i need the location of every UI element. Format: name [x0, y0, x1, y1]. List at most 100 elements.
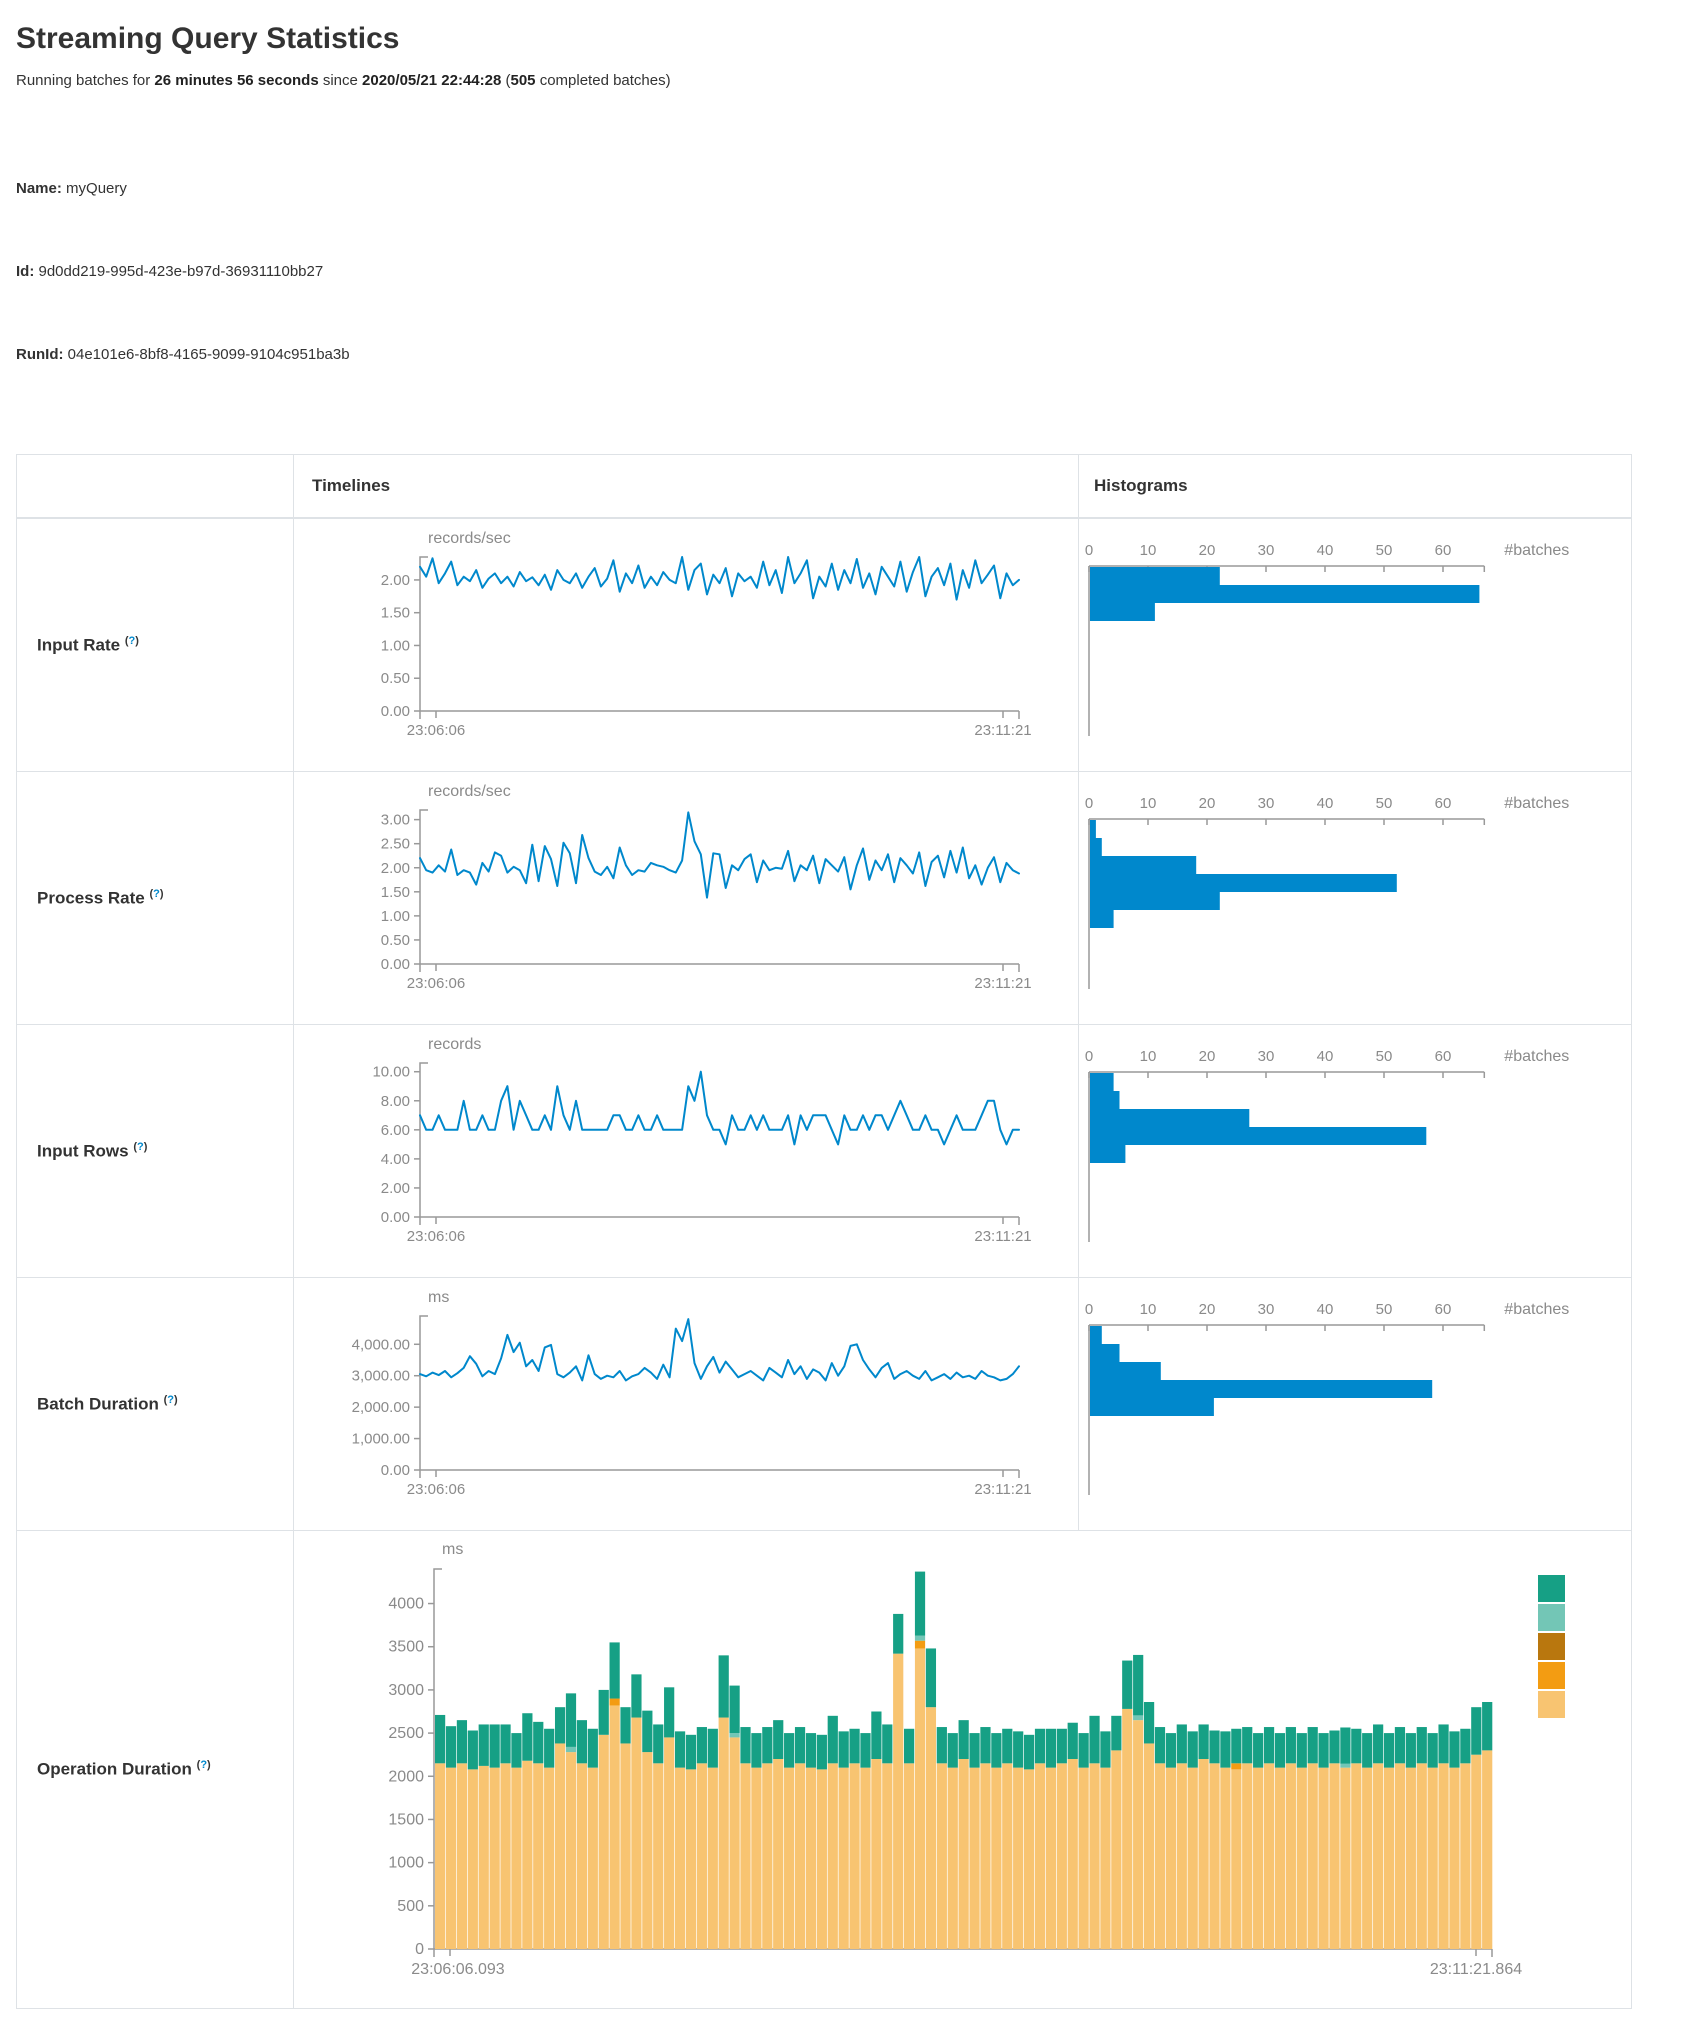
completed-batches-count: 505: [511, 72, 536, 89]
input-rows-label: Input Rows: [37, 1142, 129, 1161]
svg-text:2.00: 2.00: [381, 860, 410, 877]
svg-text:30: 30: [1258, 1301, 1275, 1318]
svg-text:10: 10: [1140, 1048, 1157, 1065]
summary-prefix: Running batches for: [16, 72, 154, 89]
svg-text:0: 0: [415, 1941, 424, 1958]
svg-text:0: 0: [1085, 1301, 1093, 1318]
svg-text:ms: ms: [428, 1289, 449, 1306]
batch-duration-help-icon[interactable]: (?): [164, 1394, 178, 1406]
hist-input-rate-svg: 0102030405060#batches: [1079, 519, 1615, 769]
svg-text:1.00: 1.00: [381, 908, 410, 925]
svg-text:records: records: [428, 1036, 481, 1053]
svg-text:60: 60: [1435, 1048, 1452, 1065]
query-info: Name: myQuery Id: 9d0dd219-995d-423e-b97…: [16, 119, 1677, 424]
input-rate-label-cell: Input Rate (?): [17, 518, 294, 772]
svg-text:10.00: 10.00: [372, 1064, 410, 1081]
svg-text:1.50: 1.50: [381, 884, 410, 901]
tl-input-rate-svg: records/sec0.000.501.001.502.0023:06:062…: [294, 519, 1059, 769]
svg-text:20: 20: [1199, 1301, 1216, 1318]
svg-text:30: 30: [1258, 795, 1275, 812]
svg-text:60: 60: [1435, 795, 1452, 812]
op-duration-svg: ms0500100015002000250030003500400023:06:…: [294, 1531, 1595, 2006]
svg-text:10: 10: [1140, 795, 1157, 812]
svg-text:40: 40: [1317, 795, 1334, 812]
name-label: Name:: [16, 180, 62, 197]
process-rate-help-icon[interactable]: (?): [149, 888, 163, 900]
svg-text:23:06:06: 23:06:06: [407, 975, 465, 992]
input-rows-timeline-chart: records0.002.004.006.008.0010.0023:06:06…: [294, 1025, 1079, 1278]
svg-text:#batches: #batches: [1504, 542, 1569, 559]
svg-text:20: 20: [1199, 795, 1216, 812]
operation-duration-help-icon[interactable]: (?): [197, 1759, 211, 1771]
hist-batch-duration-svg: 0102030405060#batches: [1079, 1278, 1615, 1528]
input-rate-row: Input Rate (?) records/sec0.000.501.001.…: [17, 518, 1632, 772]
hist-process-rate-svg: 0102030405060#batches: [1079, 772, 1615, 1022]
runid-value: 04e101e6-8bf8-4165-9099-9104c951ba3b: [63, 346, 349, 363]
svg-text:40: 40: [1317, 1048, 1334, 1065]
input-rate-histogram-chart: 0102030405060#batches: [1079, 518, 1632, 772]
svg-text:10: 10: [1140, 542, 1157, 559]
input-rate-timeline-chart: records/sec0.000.501.001.502.0023:06:062…: [294, 518, 1079, 772]
query-runid-line: RunId: 04e101e6-8bf8-4165-9099-9104c951b…: [16, 341, 1677, 369]
svg-text:23:06:06: 23:06:06: [407, 1481, 465, 1498]
svg-text:23:11:21: 23:11:21: [974, 1481, 1031, 1498]
page-title: Streaming Query Statistics: [16, 22, 1677, 56]
input-rows-row: Input Rows (?) records0.002.004.006.008.…: [17, 1025, 1632, 1278]
svg-text:1.00: 1.00: [381, 638, 410, 655]
runid-label: RunId:: [16, 346, 63, 363]
svg-text:0.00: 0.00: [381, 703, 410, 720]
svg-text:4,000.00: 4,000.00: [352, 1337, 410, 1354]
svg-text:50: 50: [1376, 1048, 1393, 1065]
svg-text:50: 50: [1376, 795, 1393, 812]
svg-text:4.00: 4.00: [381, 1151, 410, 1168]
svg-text:23:06:06: 23:06:06: [407, 722, 465, 739]
svg-text:1500: 1500: [388, 1812, 424, 1829]
header-histograms: Histograms: [1079, 455, 1632, 519]
tl-input-rows-svg: records0.002.004.006.008.0010.0023:06:06…: [294, 1025, 1059, 1275]
svg-text:6.00: 6.00: [381, 1122, 410, 1139]
svg-text:60: 60: [1435, 1301, 1452, 1318]
name-value: myQuery: [62, 180, 127, 197]
svg-text:10: 10: [1140, 1301, 1157, 1318]
svg-text:0.00: 0.00: [381, 1462, 410, 1479]
id-label: Id:: [16, 263, 34, 280]
operation-duration-label: Operation Duration: [37, 1760, 192, 1779]
input-rate-label: Input Rate: [37, 636, 120, 655]
svg-text:4000: 4000: [388, 1596, 424, 1613]
process-rate-timeline-chart: records/sec0.000.501.001.502.002.503.002…: [294, 772, 1079, 1025]
operation-duration-stacked-chart: ms0500100015002000250030003500400023:06:…: [294, 1531, 1632, 2009]
input-rate-help-icon[interactable]: (?): [125, 635, 139, 647]
svg-text:records/sec: records/sec: [428, 783, 511, 800]
svg-text:60: 60: [1435, 542, 1452, 559]
svg-text:2.50: 2.50: [381, 836, 410, 853]
start-timestamp: 2020/05/21 22:44:28: [362, 72, 501, 89]
id-value: 9d0dd219-995d-423e-b97d-36931110bb27: [34, 263, 323, 280]
svg-text:3,000.00: 3,000.00: [352, 1368, 410, 1385]
svg-text:30: 30: [1258, 542, 1275, 559]
svg-text:3.00: 3.00: [381, 812, 410, 829]
svg-text:0.50: 0.50: [381, 670, 410, 687]
svg-text:23:11:21: 23:11:21: [974, 1228, 1031, 1245]
svg-text:20: 20: [1199, 1048, 1216, 1065]
input-rows-help-icon[interactable]: (?): [133, 1141, 147, 1153]
svg-text:23:11:21: 23:11:21: [974, 975, 1031, 992]
svg-text:ms: ms: [442, 1541, 463, 1558]
table-header-row: Timelines Histograms: [17, 455, 1632, 519]
svg-text:0.00: 0.00: [381, 1209, 410, 1226]
svg-text:1,000.00: 1,000.00: [352, 1431, 410, 1448]
batch-duration-histogram-chart: 0102030405060#batches: [1079, 1278, 1632, 1531]
batch-duration-label-cell: Batch Duration (?): [17, 1278, 294, 1531]
svg-text:2.00: 2.00: [381, 1180, 410, 1197]
svg-text:23:11:21.864: 23:11:21.864: [1430, 1961, 1522, 1978]
svg-text:3000: 3000: [388, 1682, 424, 1699]
svg-text:30: 30: [1258, 1048, 1275, 1065]
process-rate-label-cell: Process Rate (?): [17, 772, 294, 1025]
batch-duration-row: Batch Duration (?) ms0.001,000.002,000.0…: [17, 1278, 1632, 1531]
svg-text:40: 40: [1317, 542, 1334, 559]
header-empty-cell: [17, 455, 294, 519]
running-duration: 26 minutes 56 seconds: [154, 72, 318, 89]
operation-duration-row: Operation Duration (?) ms050010001500200…: [17, 1531, 1632, 2009]
svg-text:1.50: 1.50: [381, 605, 410, 622]
query-name-line: Name: myQuery: [16, 175, 1677, 203]
streaming-query-statistics-page: Streaming Query Statistics Running batch…: [0, 0, 1693, 2025]
